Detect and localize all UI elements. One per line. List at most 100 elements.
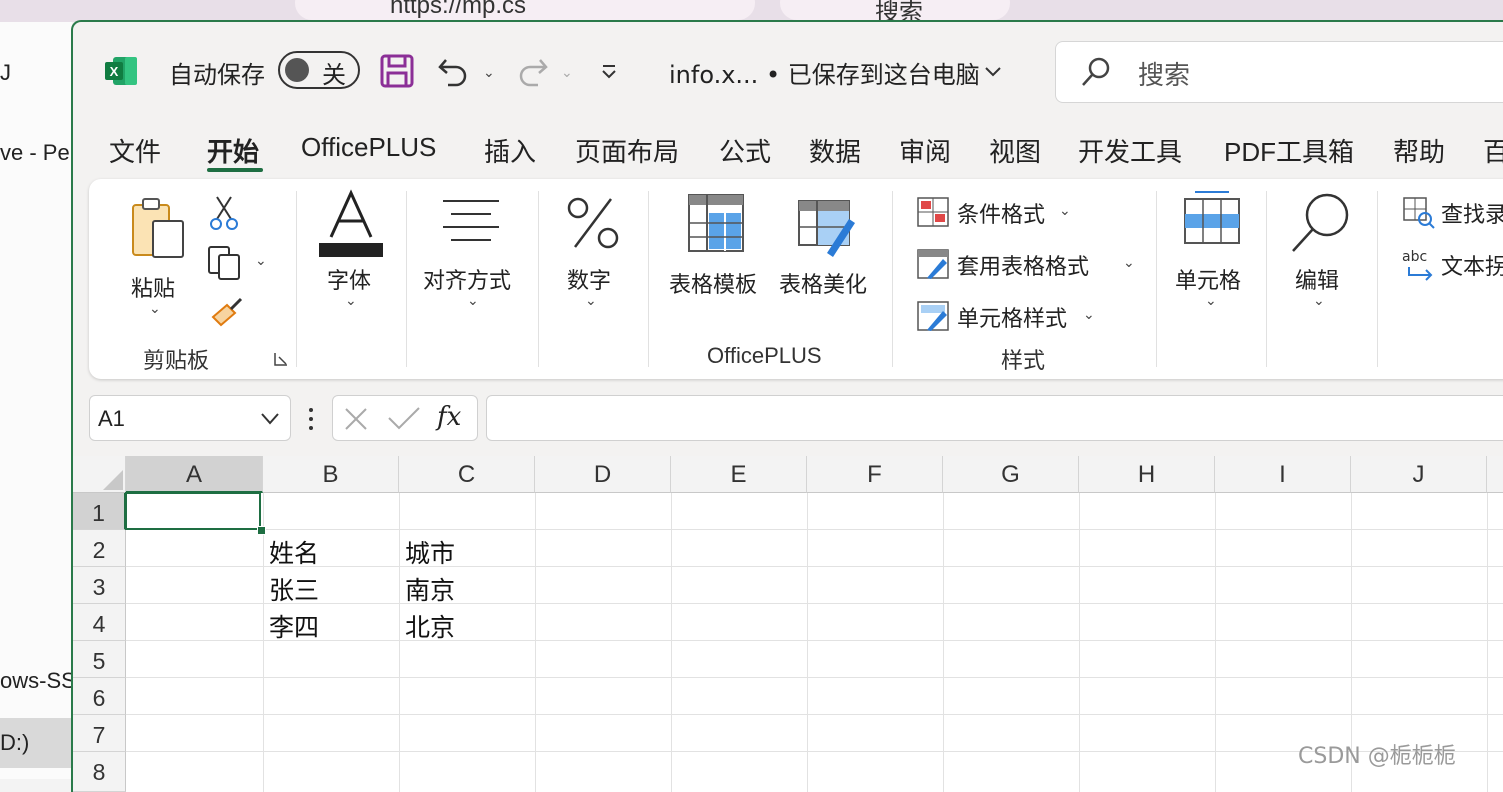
column-header-i[interactable]: I [1215, 456, 1351, 493]
cell-styles-button[interactable]: 单元格样式 ⌄ [915, 299, 1135, 335]
conditional-format-button[interactable]: 条件格式 ⌄ [915, 195, 1135, 231]
insert-function-fx-icon[interactable]: fx [437, 402, 461, 432]
tab-insert[interactable]: 插入 [484, 132, 536, 169]
enter-check-icon[interactable] [387, 406, 421, 432]
column-header-g[interactable]: G [943, 456, 1079, 493]
cell-styles-chevron-icon: ⌄ [1083, 307, 1095, 323]
tab-review[interactable]: 审阅 [899, 132, 951, 169]
column-header-j[interactable]: J [1351, 456, 1487, 493]
cancel-x-icon[interactable] [343, 406, 369, 432]
customize-toolbar-chevron-icon[interactable] [599, 62, 619, 82]
svg-text:X: X [110, 64, 119, 79]
tab-page-layout[interactable]: 页面布局 [575, 132, 679, 169]
column-header-d[interactable]: D [535, 456, 671, 493]
gridline [1487, 493, 1488, 792]
cut-scissors-icon[interactable] [209, 195, 239, 231]
cell-c4[interactable]: 北京 [405, 608, 455, 644]
editing-button[interactable]: 编辑 ⌄ [1281, 187, 1365, 327]
tab-data[interactable]: 数据 [809, 132, 861, 169]
format-as-table-button[interactable]: 套用表格格式 ⌄ [915, 247, 1155, 283]
column-header-partial[interactable] [1487, 456, 1503, 493]
cell-c3[interactable]: 南京 [405, 571, 455, 607]
row-header-2[interactable]: 2 [73, 530, 126, 567]
table-beautify-button[interactable]: 表格美化 [775, 189, 879, 299]
column-header-e[interactable]: E [671, 456, 807, 493]
row-header-4[interactable]: 4 [73, 604, 126, 641]
alignment-button[interactable]: 对齐方式 ⌄ [419, 187, 529, 327]
watermark: CSDN @栀栀栀 [1298, 744, 1456, 769]
spreadsheet-grid[interactable]: A B C D E F G H I J 1 2 3 4 5 6 7 8 姓名 城… [73, 456, 1503, 792]
selected-cell-a1[interactable] [125, 492, 261, 530]
paste-chevron-icon: ⌄ [149, 301, 161, 317]
font-a-icon [319, 189, 383, 257]
cells-icon [1184, 191, 1240, 244]
redo-icon[interactable] [516, 54, 550, 88]
tab-officeplus[interactable]: OfficePLUS [301, 132, 436, 163]
cells-button[interactable]: 单元格 ⌄ [1169, 187, 1257, 327]
gridline [126, 751, 1503, 752]
number-chevron-icon: ⌄ [585, 293, 597, 309]
text-convert-button[interactable]: abc 文本拐 [1401, 247, 1503, 283]
formula-input[interactable] [486, 395, 1503, 441]
redo-dropdown-chevron-icon[interactable]: ⌄ [561, 65, 573, 81]
copy-icon[interactable] [207, 245, 241, 281]
tab-more[interactable]: 百 [1483, 132, 1503, 169]
cell-c2[interactable]: 城市 [405, 534, 455, 570]
gridline [263, 493, 264, 792]
undo-icon[interactable] [436, 54, 470, 88]
group-separator [1266, 191, 1267, 367]
font-chevron-icon: ⌄ [345, 293, 357, 309]
undo-dropdown-chevron-icon[interactable]: ⌄ [483, 65, 495, 81]
document-title[interactable]: info.x... • 已保存到这台电脑 [669, 55, 980, 90]
font-button[interactable]: 字体 ⌄ [311, 187, 391, 327]
number-format-button[interactable]: 数字 ⌄ [551, 187, 635, 327]
tab-file[interactable]: 文件 [109, 132, 161, 169]
conditional-format-label: 条件格式 [957, 203, 1046, 228]
row-header-1[interactable]: 1 [73, 493, 126, 530]
save-icon[interactable] [380, 54, 414, 88]
column-header-h[interactable]: H [1079, 456, 1215, 493]
title-chevron-down-icon[interactable] [983, 62, 1003, 82]
tab-developer[interactable]: 开发工具 [1078, 132, 1182, 169]
row-header-6[interactable]: 6 [73, 678, 126, 715]
select-all-corner[interactable] [73, 456, 126, 493]
cell-b4[interactable]: 李四 [269, 608, 319, 644]
column-header-a[interactable]: A [126, 456, 263, 493]
toggle-knob [285, 58, 309, 82]
formula-bar-grip-icon[interactable] [306, 406, 316, 432]
column-header-b[interactable]: B [263, 456, 399, 493]
tab-view[interactable]: 视图 [989, 132, 1041, 169]
dialog-launcher-icon[interactable] [273, 351, 289, 367]
row-header-5[interactable]: 5 [73, 641, 126, 678]
paste-button[interactable]: 粘贴 ⌄ [111, 189, 197, 329]
cell-b2[interactable]: 姓名 [269, 534, 319, 570]
copy-dropdown-chevron-icon[interactable]: ⌄ [255, 253, 267, 269]
tab-home[interactable]: 开始 [207, 132, 259, 169]
percent-icon [567, 197, 619, 249]
format-painter-icon[interactable] [209, 297, 243, 331]
search-box[interactable]: 搜索 [1055, 41, 1503, 103]
column-header-c[interactable]: C [399, 456, 535, 493]
paste-label: 粘贴 [131, 277, 176, 302]
tab-help[interactable]: 帮助 [1393, 132, 1445, 169]
row-header-3[interactable]: 3 [73, 567, 126, 604]
row-header-8[interactable]: 8 [73, 752, 126, 792]
row-header-7[interactable]: 7 [73, 715, 126, 752]
column-header-f[interactable]: F [807, 456, 943, 493]
format-as-table-label: 套用表格格式 [957, 255, 1090, 280]
name-box[interactable]: A1 [89, 395, 291, 441]
tab-formulas[interactable]: 公式 [719, 132, 771, 169]
number-label: 数字 [567, 269, 612, 294]
gridline [126, 529, 1503, 530]
cell-b3[interactable]: 张三 [269, 571, 319, 607]
magnifier-icon [1292, 193, 1349, 252]
gridline [126, 677, 1503, 678]
search-icon [1082, 57, 1110, 86]
find-record-button[interactable]: 查找录 [1401, 195, 1503, 231]
background-text-4: D:) [0, 730, 30, 755]
tab-pdf-tools[interactable]: PDF工具箱 [1224, 132, 1354, 169]
table-template-button[interactable]: 表格模板 [665, 189, 769, 299]
autosave-toggle[interactable]: 关 [278, 51, 360, 89]
name-box-chevron-down-icon[interactable] [260, 412, 280, 426]
fill-handle[interactable] [257, 526, 266, 535]
